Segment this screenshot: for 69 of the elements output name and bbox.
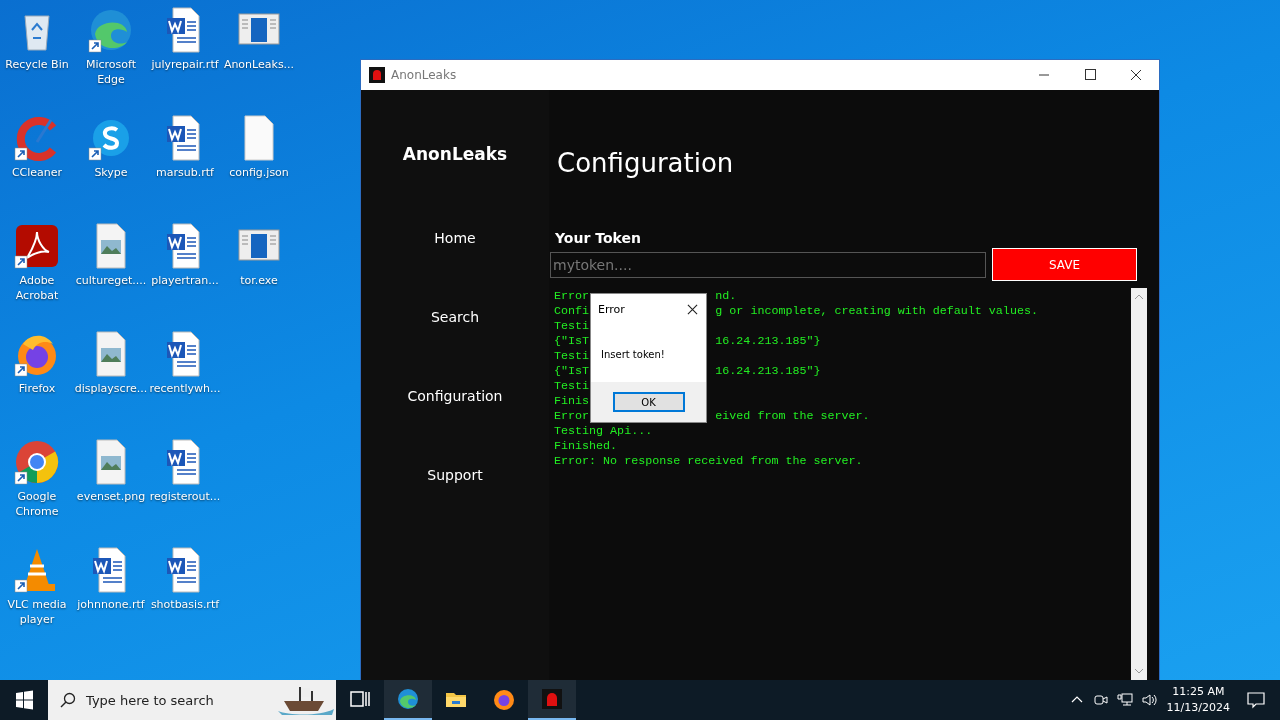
close-icon[interactable] [687,304,698,315]
app-brand: AnonLeaks [402,144,508,164]
desktop-icon-label[interactable]: johnnone.rtf [74,597,148,612]
nav-item[interactable]: Support [427,467,483,484]
desktop-icon-label[interactable]: tor.exe [222,273,296,288]
log-text: Testi [554,349,590,364]
clock-date[interactable]: 11/13/2024 [1166,700,1230,716]
desktop-icon-label[interactable]: VLC media player [0,597,74,627]
app-icon[interactable] [13,222,61,270]
desktop-icon-label[interactable]: Skype [74,165,148,180]
log-text: {"IsT [554,334,590,349]
desktop-icon-label[interactable]: Firefox [0,381,74,396]
log-text: Testi [554,319,590,334]
log-text: Error: No response received from the server. [554,454,863,469]
notification-icon[interactable] [1246,690,1266,710]
save-button[interactable]: SAVE [992,248,1137,281]
log-text: 16.24.213.185"} [715,364,821,379]
token-field[interactable]: mytoken.... [550,251,986,278]
nav-item[interactable]: Search [430,309,480,326]
log-text: Error [554,289,590,304]
app-taskbar-button[interactable] [528,680,576,720]
nav-item[interactable]: Configuration [407,388,503,405]
desktop-icon-label[interactable]: shotbasis.rtf [148,597,222,612]
desktop-icon-label[interactable]: marsub.rtf [148,165,222,180]
desktop-icon-label[interactable]: AnonLeaks... [222,57,296,72]
desktop-icon-label[interactable]: displayscre... [74,381,148,396]
desktop-icon-label[interactable]: config.json [222,165,296,180]
app-icon[interactable] [13,438,61,486]
page-heading: Configuration [557,148,735,178]
desktop-icon-label[interactable]: playertran... [148,273,222,288]
desktop-icon-label[interactable]: Recycle Bin [0,57,74,72]
log-text: eived from the server. [715,409,870,424]
log-text: Error [554,409,590,424]
desktop-icon-label[interactable]: Google Chrome [0,489,74,519]
log-text: Finished. [554,439,618,454]
log-text: Confi [554,304,590,319]
log-text: Testing Api... [554,424,653,439]
browser-icon[interactable] [396,687,420,711]
speaker-icon[interactable] [1140,692,1157,708]
desktop-icon-label[interactable]: recentlywh... [148,381,222,396]
taskbar-search-field[interactable]: Type here to search [48,680,336,720]
log-text: 16.24.213.185"} [715,334,821,349]
desktop-icon-label[interactable]: registerout... [148,489,222,504]
desktop-icon-label[interactable]: evenset.png [74,489,148,504]
log-text: g or incomplete, creating with default values. [715,304,1038,319]
network-icon[interactable] [1116,692,1133,708]
log-text: Finis [554,394,590,409]
ok-button[interactable]: OK [612,392,685,412]
desktop-icon-label[interactable]: julyrepair.rtf [148,57,222,72]
bell-icon[interactable] [540,687,564,711]
dialog-message: Insert token! [600,348,666,362]
token-label: Your Token [555,230,642,246]
camera-icon[interactable] [1092,692,1109,708]
log-text: nd. [715,289,737,304]
log-text: {"IsT [554,364,590,379]
desktop-icon-label[interactable]: Microsoft Edge [74,57,148,87]
clock-time[interactable]: 11:25 AM [1172,684,1225,700]
app-taskbar-button[interactable] [384,680,432,720]
search-placeholder: Type here to search [86,692,215,708]
app-icon [369,67,385,83]
desktop-icon-label[interactable]: cultureget.... [74,273,148,288]
desktop-icon-label[interactable]: Adobe Acrobat [0,273,74,303]
window-title: AnonLeaks [391,68,457,82]
browser-icon[interactable] [492,687,516,711]
search-icon [60,692,76,708]
desktop-icon-label[interactable]: CCleaner [0,165,74,180]
dialog-title: Error [598,302,625,317]
log-text: Testi [554,379,590,394]
nav-item[interactable]: Home [434,230,476,247]
